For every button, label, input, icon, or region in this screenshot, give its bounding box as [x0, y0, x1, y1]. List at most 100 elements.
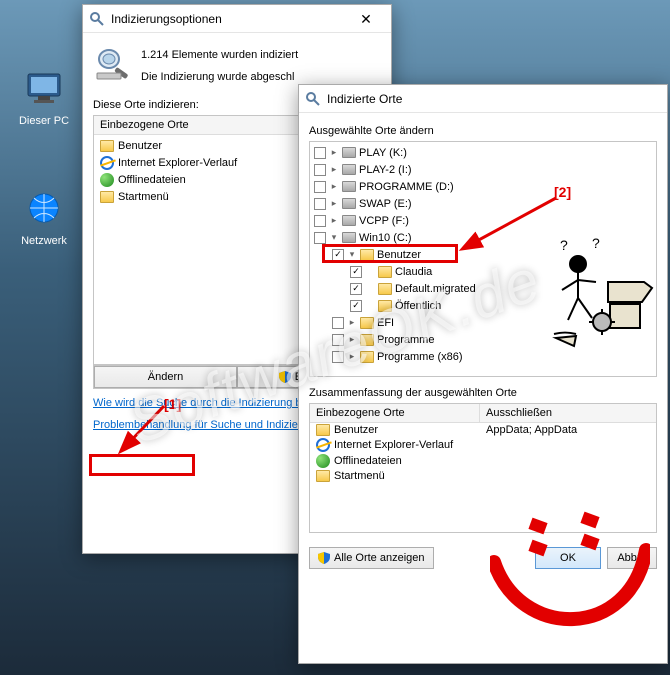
tree-node-label: PLAY-2 (I:) [359, 164, 412, 176]
offline-files-icon [100, 173, 114, 187]
list-item-label: Internet Explorer-Verlauf [118, 157, 237, 169]
chevron-icon: ▸ [329, 215, 339, 226]
drive-icon [342, 147, 356, 158]
tree-node[interactable]: ▸PROGRAMME (D:) [310, 178, 656, 195]
tree-node[interactable]: ▸ SWAP (E:) [310, 195, 656, 212]
tree-node[interactable]: ▸VCPP (F:) [310, 212, 656, 229]
folder-icon [100, 191, 114, 203]
checkbox[interactable] [350, 300, 362, 312]
drive-icon [342, 198, 356, 209]
search-icon [89, 11, 105, 27]
summary-row[interactable]: Internet Explorer-Verlauf [310, 437, 656, 453]
chevron-icon: ▸ [329, 181, 339, 192]
tree-node[interactable]: ▾ Win10 (C:) [310, 229, 656, 246]
monitor-icon [24, 68, 64, 108]
tree-node[interactable]: Öffentlich [310, 297, 656, 314]
magnifier-icon [93, 45, 133, 83]
cancel-button[interactable]: Abbre [607, 547, 657, 569]
tree-node-label: Benutzer [377, 249, 421, 261]
indexing-complete: Die Indizierung wurde abgeschl [141, 69, 298, 85]
tree-node[interactable]: Default.migrated [310, 280, 656, 297]
label-summary: Zusammenfassung der ausgewählten Orte [309, 387, 657, 399]
desktop-icon-this-pc[interactable]: Dieser PC [8, 68, 80, 127]
tree-node[interactable]: ▸ EFI [310, 314, 656, 331]
locations-tree[interactable]: ▸PLAY (K:)▸PLAY-2 (I:)▸PROGRAMME (D:)▸SW… [309, 141, 657, 377]
folder-icon [100, 140, 114, 152]
summary-row[interactable]: BenutzerAppData; AppData [310, 423, 656, 437]
summary-pane: Einbezogene Orte Ausschließen BenutzerAp… [309, 403, 657, 533]
list-item-label: Benutzer [118, 140, 162, 152]
summary-exclude: AppData; AppData [480, 424, 577, 436]
column-exclude: Ausschließen [480, 404, 558, 422]
folder-icon [360, 317, 374, 329]
checkbox[interactable] [314, 164, 326, 176]
folder-icon [316, 424, 330, 436]
desktop-icon-label: Dieser PC [8, 115, 80, 127]
show-all-locations-button[interactable]: Alle Orte anzeigen [309, 547, 434, 569]
summary-exclude [480, 470, 486, 482]
checkbox[interactable] [332, 317, 344, 329]
folder-icon [360, 249, 374, 261]
tree-node[interactable]: ▾ Benutzer [310, 246, 656, 263]
folder-icon [378, 300, 392, 312]
checkbox[interactable] [350, 266, 362, 278]
folder-icon [360, 351, 374, 363]
ie-icon [316, 438, 330, 452]
tree-node-label: PLAY (K:) [359, 147, 407, 159]
tree-node-label: Win10 (C:) [359, 232, 412, 244]
folder-icon [316, 470, 330, 482]
chevron-icon: ▸ [329, 198, 339, 209]
offline-files-icon [316, 454, 330, 468]
window-title: Indizierungsoptionen [111, 12, 347, 26]
chevron-icon: ▸ [347, 317, 357, 328]
tree-node[interactable]: ▸PLAY-2 (I:) [310, 161, 656, 178]
summary-label: Internet Explorer-Verlauf [334, 439, 453, 451]
checkbox[interactable] [314, 147, 326, 159]
tree-node-label: Öffentlich [395, 300, 441, 312]
tree-node-label: SWAP (E:) [359, 198, 412, 210]
summary-label: Offlinedateien [334, 455, 402, 467]
checkbox[interactable] [314, 232, 326, 244]
indexed-count: 1.214 Elemente wurden indiziert [141, 47, 298, 63]
drive-icon [342, 164, 356, 175]
summary-exclude [480, 454, 486, 468]
shield-icon [318, 552, 330, 564]
checkbox[interactable] [332, 351, 344, 363]
chevron-icon: ▾ [329, 232, 339, 243]
tree-node-label: Programme [377, 334, 434, 346]
desktop-icon-label: Netzwerk [8, 235, 80, 247]
summary-row[interactable]: Offlinedateien [310, 453, 656, 469]
chevron-icon: ▾ [347, 249, 357, 260]
window-indexed-locations: Indizierte Orte Ausgewählte Orte ändern … [298, 84, 668, 664]
list-item-label: Offlinedateien [118, 174, 186, 186]
tree-node[interactable]: ▸ Programme [310, 331, 656, 348]
desktop-icon-network[interactable]: Netzwerk [8, 188, 80, 247]
folder-icon [378, 283, 392, 295]
close-button[interactable]: ✕ [347, 7, 385, 31]
tree-node-label: EFI [377, 317, 394, 329]
drive-icon [342, 215, 356, 226]
checkbox[interactable] [332, 334, 344, 346]
column-included: Einbezogene Orte [310, 404, 480, 422]
drive-icon [342, 181, 356, 192]
checkbox[interactable] [314, 198, 326, 210]
folder-icon [360, 334, 374, 346]
ie-icon [100, 156, 114, 170]
checkbox[interactable] [332, 249, 344, 261]
summary-row[interactable]: Startmenü [310, 469, 656, 483]
summary-exclude [480, 438, 486, 452]
checkbox[interactable] [314, 181, 326, 193]
checkbox[interactable] [350, 283, 362, 295]
modify-button[interactable]: Ändern [94, 366, 237, 388]
tree-node-label: Default.migrated [395, 283, 476, 295]
chevron-icon: ▸ [347, 351, 357, 362]
tree-node[interactable]: ▸ Programme (x86) [310, 348, 656, 365]
checkbox[interactable] [314, 215, 326, 227]
ok-button[interactable]: OK [535, 547, 601, 569]
label-change-locations: Ausgewählte Orte ändern [309, 125, 657, 137]
tree-node[interactable]: Claudia [310, 263, 656, 280]
tree-node[interactable]: ▸PLAY (K:) [310, 144, 656, 161]
tree-node-label: Programme (x86) [377, 351, 463, 363]
chevron-icon: ▸ [347, 334, 357, 345]
network-icon [24, 188, 64, 228]
